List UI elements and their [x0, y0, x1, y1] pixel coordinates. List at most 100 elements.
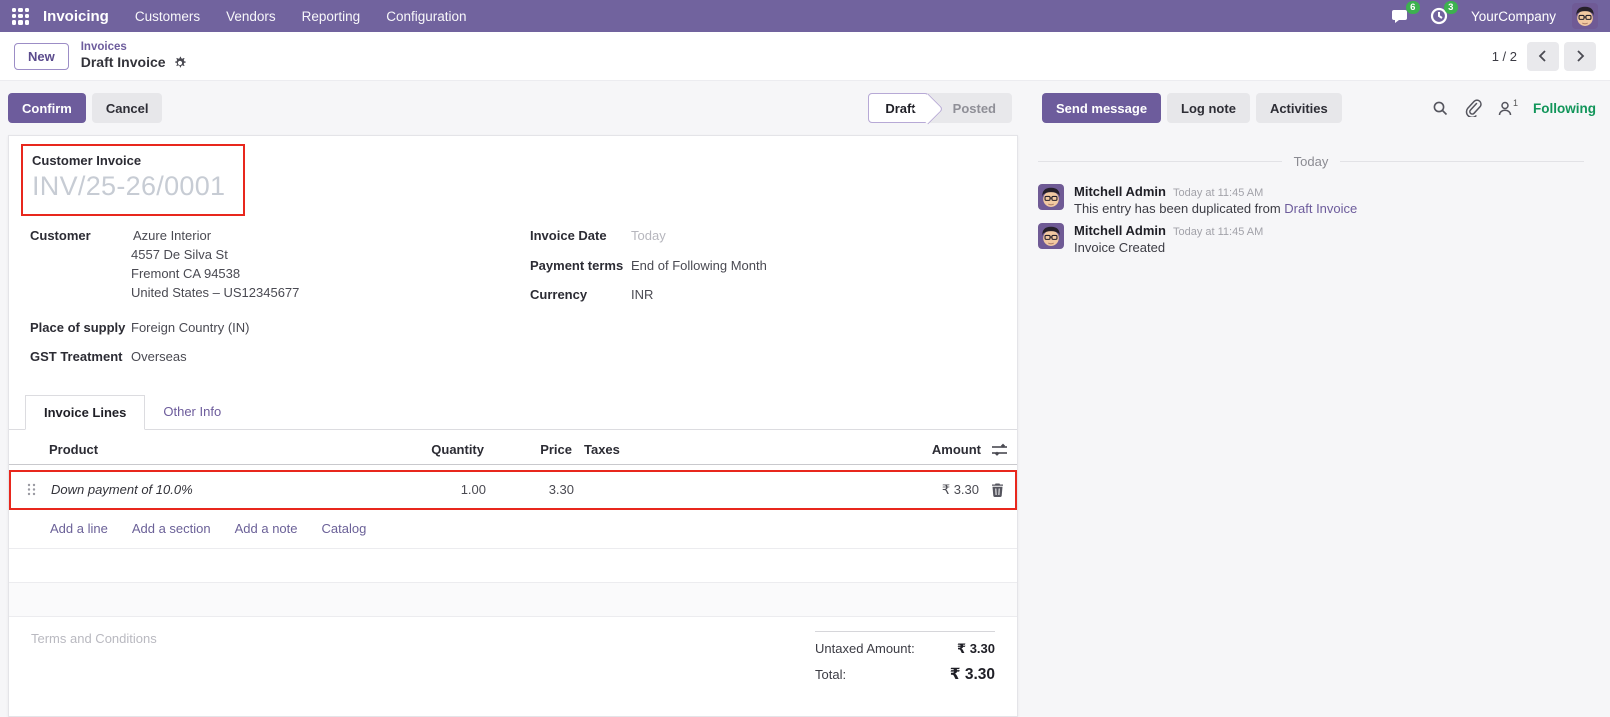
- customer-address-line: 4557 De Silva St: [131, 247, 228, 262]
- content-area: Customer Invoice INV/25-26/0001 Customer…: [0, 135, 1610, 717]
- doc-type-label: Customer Invoice: [32, 153, 142, 168]
- column-header-product[interactable]: Product: [49, 442, 379, 457]
- notebook-tabs: Invoice Lines Other Info: [9, 394, 1017, 430]
- payment-terms-row: Payment terms End of Following Month: [530, 258, 767, 273]
- invoice-date-label: Invoice Date: [530, 228, 607, 243]
- add-a-section-link[interactable]: Add a section: [132, 521, 211, 536]
- untaxed-amount-row: Untaxed Amount: ₹ 3.30: [815, 641, 995, 657]
- line-product[interactable]: Down payment of 10.0%: [51, 482, 381, 497]
- confirm-button[interactable]: Confirm: [8, 93, 86, 123]
- user-avatar[interactable]: [1572, 3, 1598, 29]
- add-a-note-link[interactable]: Add a note: [235, 521, 298, 536]
- messages-icon[interactable]: 6: [1391, 1, 1420, 26]
- pager-count: 1 / 2: [1491, 48, 1517, 64]
- delete-line-icon[interactable]: [991, 483, 1004, 497]
- invoice-date-field[interactable]: Today: [631, 228, 666, 243]
- line-quantity[interactable]: 1.00: [381, 482, 486, 497]
- message-list: Mitchell Admin Today at 11:45 AM This en…: [1038, 184, 1584, 255]
- invoice-date-row: Invoice Date Today: [530, 228, 767, 243]
- send-message-button[interactable]: Send message: [1042, 93, 1162, 123]
- customer-address-line: United States – US12345677: [131, 284, 300, 300]
- customer-field-row: Customer Azure Interior 4557 De Silva St…: [30, 228, 530, 303]
- nav-item-vendors[interactable]: Vendors: [226, 9, 276, 24]
- invoice-number-field[interactable]: INV/25-26/0001: [32, 171, 225, 202]
- message-time: Today at 11:45 AM: [1172, 187, 1264, 199]
- empty-table-row: [9, 582, 1017, 617]
- gst-treatment-label: GST Treatment: [30, 348, 123, 364]
- field-groups: Customer Azure Interior 4557 De Silva St…: [9, 216, 1017, 378]
- message: Mitchell Admin Today at 11:45 AM This en…: [1038, 184, 1584, 216]
- pager-next-button[interactable]: [1564, 41, 1596, 71]
- search-messages-icon[interactable]: [1432, 100, 1449, 117]
- customer-address-line: Fremont CA 94538: [131, 265, 241, 281]
- new-button[interactable]: New: [14, 42, 69, 70]
- activities-badge: 3: [1443, 1, 1458, 14]
- untaxed-amount-value: ₹ 3.30: [957, 640, 995, 656]
- line-add-links: Add a line Add a section Add a note Cata…: [9, 510, 1017, 549]
- column-header-price[interactable]: Price: [484, 442, 572, 457]
- nav-item-customers[interactable]: Customers: [135, 9, 200, 24]
- nav-item-configuration[interactable]: Configuration: [386, 9, 466, 24]
- breadcrumb-current-label: Draft Invoice: [80, 54, 166, 71]
- line-amount: ₹ 3.30: [941, 481, 979, 497]
- tab-other-info[interactable]: Other Info: [145, 395, 239, 429]
- payment-terms-label: Payment terms: [530, 257, 624, 273]
- date-divider: Today: [1038, 154, 1584, 169]
- customer-field[interactable]: Azure Interior 4557 De Silva St Fremont …: [131, 228, 299, 303]
- message-author[interactable]: Mitchell Admin: [1074, 184, 1166, 199]
- customer-name[interactable]: Azure Interior: [133, 228, 299, 243]
- activities-clock-icon[interactable]: 3: [1429, 1, 1458, 26]
- tab-invoice-lines[interactable]: Invoice Lines: [25, 394, 146, 430]
- message-text: This entry has been duplicated from: [1074, 201, 1285, 216]
- breadcrumb-parent[interactable]: Invoices: [81, 40, 187, 54]
- currency-label: Currency: [530, 287, 588, 302]
- app-name[interactable]: Invoicing: [43, 8, 109, 25]
- currency-field[interactable]: INR: [631, 287, 653, 302]
- payment-terms-field[interactable]: End of Following Month: [631, 258, 767, 273]
- optional-columns-icon[interactable]: [991, 443, 1007, 456]
- message: Mitchell Admin Today at 11:45 AM Invoice…: [1038, 223, 1584, 255]
- sheet-bottom: Terms and Conditions Untaxed Amount: ₹ 3…: [9, 617, 1017, 716]
- right-field-column: Invoice Date Today Payment terms End of …: [530, 228, 767, 378]
- company-switcher[interactable]: YourCompany: [1471, 9, 1556, 24]
- invoice-line-row[interactable]: Down payment of 10.0% 1.00 3.30 ₹ 3.30: [11, 472, 1015, 508]
- pager: 1 / 2: [1491, 41, 1596, 71]
- breadcrumb-bar: New Invoices Draft Invoice 1 / 2: [0, 32, 1610, 81]
- message-record-link[interactable]: Draft Invoice: [1284, 201, 1357, 216]
- attachments-paperclip-icon[interactable]: [1464, 99, 1482, 117]
- message-author-avatar[interactable]: [1038, 184, 1064, 210]
- gst-treatment-field[interactable]: Overseas: [131, 349, 187, 364]
- column-header-taxes[interactable]: Taxes: [572, 442, 872, 457]
- column-header-quantity[interactable]: Quantity: [379, 442, 484, 457]
- message-body: Invoice Created: [1074, 240, 1166, 255]
- status-draft[interactable]: Draft: [868, 93, 929, 123]
- line-price[interactable]: 3.30: [486, 482, 574, 497]
- log-note-button[interactable]: Log note: [1167, 93, 1250, 123]
- status-bar: Draft Posted: [868, 93, 1012, 123]
- form-actions: Confirm Cancel Draft Posted: [8, 93, 1020, 123]
- untaxed-amount-label: Untaxed Amount:: [815, 640, 915, 656]
- empty-table-row: [9, 549, 1017, 583]
- invoice-line-highlight-box: Down payment of 10.0% 1.00 3.30 ₹ 3.30: [9, 469, 1017, 510]
- column-header-amount[interactable]: Amount: [872, 442, 981, 457]
- pager-previous-button[interactable]: [1527, 41, 1559, 71]
- following-toggle[interactable]: Following: [1533, 101, 1596, 116]
- nav-item-reporting[interactable]: Reporting: [302, 9, 361, 24]
- message-author[interactable]: Mitchell Admin: [1074, 223, 1166, 238]
- messages-badge: 6: [1405, 1, 1420, 14]
- activities-button[interactable]: Activities: [1255, 93, 1342, 123]
- breadcrumb-current: Draft Invoice: [81, 54, 187, 72]
- cancel-button[interactable]: Cancel: [91, 93, 163, 123]
- place-of-supply-row: Place of supply Foreign Country (IN): [30, 320, 530, 335]
- place-of-supply-label: Place of supply: [30, 319, 126, 335]
- followers-icon[interactable]: 1: [1497, 98, 1518, 117]
- place-of-supply-field[interactable]: Foreign Country (IN): [131, 320, 249, 335]
- totals-block: Untaxed Amount: ₹ 3.30 Total: ₹ 3.30: [815, 630, 995, 692]
- drag-handle-icon[interactable]: [11, 483, 51, 496]
- apps-grid-icon[interactable]: [12, 7, 29, 25]
- message-author-avatar[interactable]: [1038, 223, 1064, 249]
- catalog-link[interactable]: Catalog: [322, 521, 367, 536]
- add-a-line-link[interactable]: Add a line: [50, 521, 108, 536]
- gear-icon[interactable]: [173, 56, 187, 70]
- terms-and-conditions-field[interactable]: Terms and Conditions: [31, 631, 157, 692]
